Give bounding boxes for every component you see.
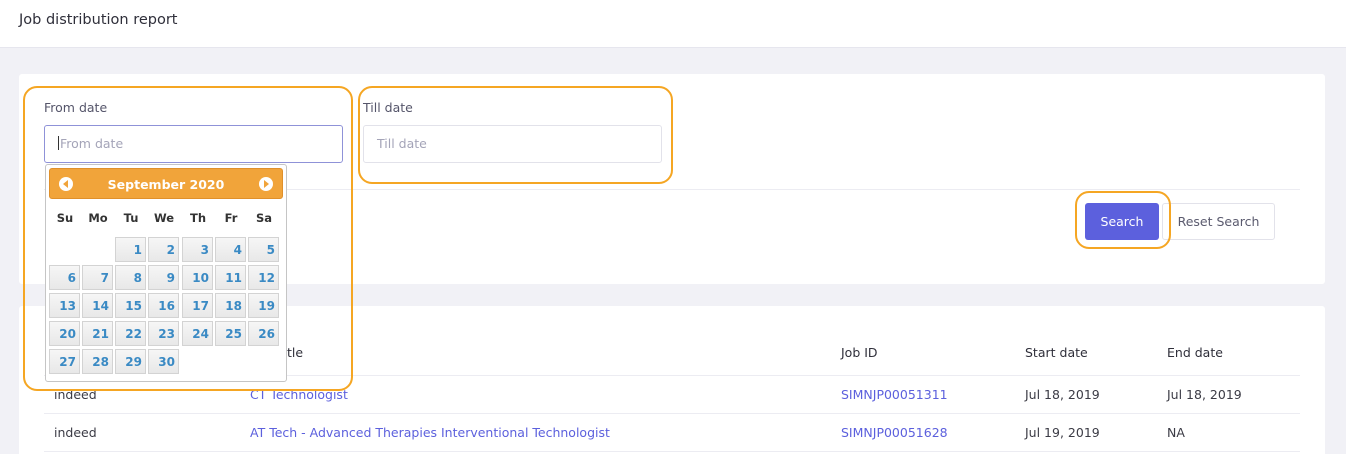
row-divider: [44, 413, 1300, 414]
calendar-day[interactable]: 28: [82, 349, 113, 374]
row-source: indeed: [54, 387, 97, 402]
weekday-header: Tu: [123, 211, 139, 225]
calendar-day[interactable]: 10: [182, 265, 213, 290]
from-date-placeholder: From date: [60, 136, 124, 151]
calendar-day[interactable]: 21: [82, 321, 113, 346]
calendar-day[interactable]: 1: [115, 237, 146, 262]
job-id-link[interactable]: SIMNJP00051311: [841, 387, 948, 402]
weekday-header: Th: [189, 211, 207, 225]
weekday-header: Su: [56, 211, 74, 225]
calendar-day[interactable]: 14: [82, 293, 113, 318]
calendar-day[interactable]: 5: [248, 237, 279, 262]
calendar-day[interactable]: 20: [49, 321, 80, 346]
row-start-date: Jul 19, 2019: [1025, 425, 1100, 440]
row-end-date: NA: [1167, 425, 1185, 440]
job-title-link[interactable]: CT Technologist: [250, 387, 348, 402]
till-date-input[interactable]: Till date: [363, 125, 662, 163]
datepicker-popup: September 2020 Su Mo Tu We Th Fr Sa 1 2 3 4 5 6 7 8 9 10…: [45, 164, 287, 382]
calendar-day[interactable]: 2: [148, 237, 179, 262]
row-start-date: Jul 18, 2019: [1025, 387, 1100, 402]
calendar-day[interactable]: 6: [49, 265, 80, 290]
calendar-day[interactable]: 17: [182, 293, 213, 318]
datepicker-header: September 2020: [49, 168, 283, 199]
calendar-day[interactable]: 16: [148, 293, 179, 318]
calendar-day[interactable]: 13: [49, 293, 80, 318]
till-date-placeholder: Till date: [377, 136, 427, 151]
column-header-end-date: End date: [1167, 345, 1223, 360]
row-divider: [44, 451, 1300, 452]
row-end-date: Jul 18, 2019: [1167, 387, 1242, 402]
calendar-day[interactable]: 23: [148, 321, 179, 346]
calendar-day[interactable]: 19: [248, 293, 279, 318]
calendar-day[interactable]: 25: [215, 321, 246, 346]
calendar-day[interactable]: 26: [248, 321, 279, 346]
calendar-day[interactable]: 12: [248, 265, 279, 290]
column-header-job-title: tle: [287, 345, 304, 360]
calendar-day[interactable]: 22: [115, 321, 146, 346]
weekday-header: Fr: [224, 211, 238, 225]
chevron-right-icon[interactable]: [259, 177, 273, 191]
calendar-day[interactable]: 8: [115, 265, 146, 290]
top-bar: Job distribution report: [0, 0, 1346, 48]
row-source: indeed: [54, 425, 97, 440]
calendar-day[interactable]: 11: [215, 265, 246, 290]
weekday-header: We: [153, 211, 175, 225]
job-title-link[interactable]: AT Tech - Advanced Therapies Interventio…: [250, 425, 610, 440]
calendar-day[interactable]: 7: [82, 265, 113, 290]
calendar-day[interactable]: 15: [115, 293, 146, 318]
calendar-day[interactable]: 24: [182, 321, 213, 346]
column-header-job-id: Job ID: [841, 345, 878, 360]
column-header-start-date: Start date: [1025, 345, 1088, 360]
weekday-header: Mo: [88, 211, 108, 225]
from-date-label: From date: [44, 100, 108, 115]
search-button[interactable]: Search: [1085, 203, 1159, 240]
calendar-day[interactable]: 3: [182, 237, 213, 262]
page-title: Job distribution report: [19, 12, 178, 28]
job-id-link[interactable]: SIMNJP00051628: [841, 425, 948, 440]
weekday-header: Sa: [255, 211, 273, 225]
reset-search-button[interactable]: Reset Search: [1162, 203, 1275, 240]
calendar-day[interactable]: 9: [148, 265, 179, 290]
calendar-day[interactable]: 18: [215, 293, 246, 318]
till-date-label: Till date: [363, 100, 413, 115]
calendar-day[interactable]: 30: [148, 349, 179, 374]
from-date-input[interactable]: From date: [44, 125, 343, 163]
calendar-day[interactable]: 29: [115, 349, 146, 374]
calendar-day[interactable]: 27: [49, 349, 80, 374]
calendar-day[interactable]: 4: [215, 237, 246, 262]
datepicker-month-title: September 2020: [107, 177, 225, 192]
